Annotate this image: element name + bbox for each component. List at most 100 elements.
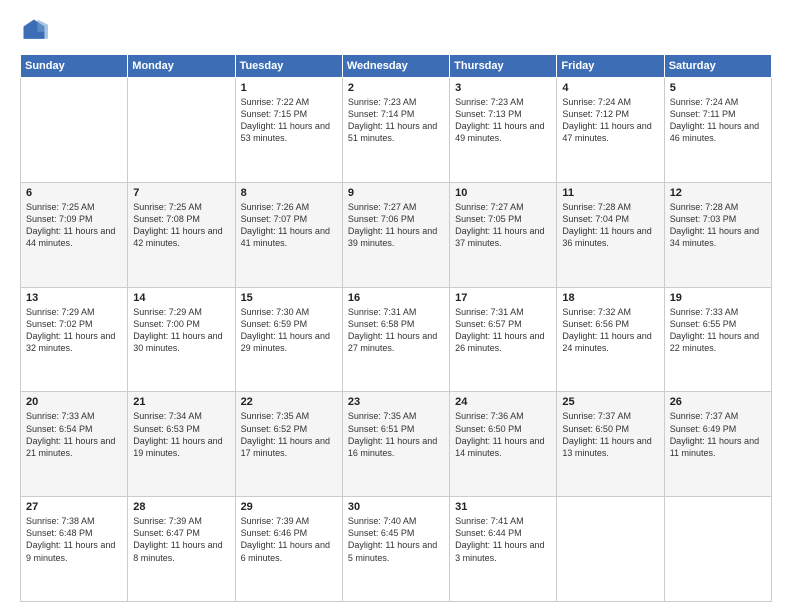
day-number: 18 bbox=[562, 292, 658, 304]
calendar-cell: 3Sunrise: 7:23 AMSunset: 7:13 PMDaylight… bbox=[450, 78, 557, 183]
calendar-cell bbox=[128, 78, 235, 183]
day-number: 4 bbox=[562, 82, 658, 94]
calendar-cell: 14 Sunrise: 7:29 AMSunset: 7:00 PMDayligh… bbox=[128, 287, 235, 392]
week-row-4: 27 Sunrise: 7:38 AMSunset: 6:48 PMDayligh… bbox=[21, 497, 772, 602]
day-info: Sunrise: 7:23 AMSunset: 7:13 PMDaylight:… bbox=[455, 96, 551, 145]
calendar-cell: 7Sunrise: 7:25 AMSunset: 7:08 PMDaylight… bbox=[128, 182, 235, 287]
day-number: 22 bbox=[241, 396, 337, 408]
day-info: Sunrise: 7:32 AMSunset: 6:56 PMDaylight:… bbox=[562, 306, 658, 355]
day-info: Sunrise: 7:22 AMSunset: 7:15 PMDaylight:… bbox=[241, 96, 337, 145]
day-info: Sunrise: 7:27 AMSunset: 7:06 PMDaylight:… bbox=[348, 201, 444, 250]
calendar-cell: 27 Sunrise: 7:38 AMSunset: 6:48 PMDayligh… bbox=[21, 497, 128, 602]
header bbox=[20, 16, 772, 44]
calendar-cell: 11 Sunrise: 7:28 AMSunset: 7:04 PMDayligh… bbox=[557, 182, 664, 287]
calendar-cell: 10 Sunrise: 7:27 AMSunset: 7:05 PMDayligh… bbox=[450, 182, 557, 287]
day-number: 23 bbox=[348, 396, 444, 408]
day-header-tuesday: Tuesday bbox=[235, 55, 342, 78]
calendar-cell: 16 Sunrise: 7:31 AMSunset: 6:58 PMDayligh… bbox=[342, 287, 449, 392]
day-number: 25 bbox=[562, 396, 658, 408]
day-info: Sunrise: 7:34 AMSunset: 6:53 PMDaylight:… bbox=[133, 410, 229, 459]
day-info: Sunrise: 7:24 AMSunset: 7:12 PMDaylight:… bbox=[562, 96, 658, 145]
week-row-1: 6Sunrise: 7:25 AMSunset: 7:09 PMDaylight… bbox=[21, 182, 772, 287]
day-number: 5 bbox=[670, 82, 766, 94]
day-info: Sunrise: 7:40 AMSunset: 6:45 PMDaylight:… bbox=[348, 515, 444, 564]
day-number: 30 bbox=[348, 501, 444, 513]
calendar-cell: 18 Sunrise: 7:32 AMSunset: 6:56 PMDayligh… bbox=[557, 287, 664, 392]
day-header-sunday: Sunday bbox=[21, 55, 128, 78]
day-number: 29 bbox=[241, 501, 337, 513]
calendar-cell: 5 Sunrise: 7:24 AMSunset: 7:11 PMDaylight… bbox=[664, 78, 771, 183]
day-info: Sunrise: 7:39 AMSunset: 6:46 PMDaylight:… bbox=[241, 515, 337, 564]
week-row-3: 20 Sunrise: 7:33 AMSunset: 6:54 PMDayligh… bbox=[21, 392, 772, 497]
logo bbox=[20, 16, 52, 44]
calendar-cell: 20 Sunrise: 7:33 AMSunset: 6:54 PMDayligh… bbox=[21, 392, 128, 497]
calendar-cell: 4 Sunrise: 7:24 AMSunset: 7:12 PMDaylight… bbox=[557, 78, 664, 183]
day-number: 26 bbox=[670, 396, 766, 408]
day-number: 1 bbox=[241, 82, 337, 94]
day-header-thursday: Thursday bbox=[450, 55, 557, 78]
calendar-cell: 26 Sunrise: 7:37 AMSunset: 6:49 PMDayligh… bbox=[664, 392, 771, 497]
day-info: Sunrise: 7:38 AMSunset: 6:48 PMDaylight:… bbox=[26, 515, 122, 564]
day-number: 8 bbox=[241, 187, 337, 199]
day-header-friday: Friday bbox=[557, 55, 664, 78]
day-info: Sunrise: 7:35 AMSunset: 6:51 PMDaylight:… bbox=[348, 410, 444, 459]
page: SundayMondayTuesdayWednesdayThursdayFrid… bbox=[0, 0, 792, 612]
day-info: Sunrise: 7:31 AMSunset: 6:58 PMDaylight:… bbox=[348, 306, 444, 355]
day-number: 24 bbox=[455, 396, 551, 408]
day-header-saturday: Saturday bbox=[664, 55, 771, 78]
calendar-cell bbox=[557, 497, 664, 602]
day-number: 15 bbox=[241, 292, 337, 304]
day-info: Sunrise: 7:31 AMSunset: 6:57 PMDaylight:… bbox=[455, 306, 551, 355]
calendar-cell: 29 Sunrise: 7:39 AMSunset: 6:46 PMDayligh… bbox=[235, 497, 342, 602]
calendar: SundayMondayTuesdayWednesdayThursdayFrid… bbox=[20, 54, 772, 602]
calendar-cell bbox=[21, 78, 128, 183]
day-info: Sunrise: 7:28 AMSunset: 7:03 PMDaylight:… bbox=[670, 201, 766, 250]
calendar-cell: 2 Sunrise: 7:23 AMSunset: 7:14 PMDaylight… bbox=[342, 78, 449, 183]
day-info: Sunrise: 7:27 AMSunset: 7:05 PMDaylight:… bbox=[455, 201, 551, 250]
day-info: Sunrise: 7:35 AMSunset: 6:52 PMDaylight:… bbox=[241, 410, 337, 459]
day-info: Sunrise: 7:39 AMSunset: 6:47 PMDaylight:… bbox=[133, 515, 229, 564]
day-info: Sunrise: 7:37 AMSunset: 6:49 PMDaylight:… bbox=[670, 410, 766, 459]
day-number: 31 bbox=[455, 501, 551, 513]
calendar-cell: 6Sunrise: 7:25 AMSunset: 7:09 PMDaylight… bbox=[21, 182, 128, 287]
calendar-cell: 25Sunrise: 7:37 AMSunset: 6:50 PMDayligh… bbox=[557, 392, 664, 497]
day-info: Sunrise: 7:33 AMSunset: 6:55 PMDaylight:… bbox=[670, 306, 766, 355]
calendar-cell: 15 Sunrise: 7:30 AMSunset: 6:59 PMDayligh… bbox=[235, 287, 342, 392]
day-number: 13 bbox=[26, 292, 122, 304]
day-number: 2 bbox=[348, 82, 444, 94]
day-number: 6 bbox=[26, 187, 122, 199]
day-info: Sunrise: 7:29 AMSunset: 7:00 PMDaylight:… bbox=[133, 306, 229, 355]
day-number: 16 bbox=[348, 292, 444, 304]
calendar-header-row: SundayMondayTuesdayWednesdayThursdayFrid… bbox=[21, 55, 772, 78]
day-header-wednesday: Wednesday bbox=[342, 55, 449, 78]
day-number: 10 bbox=[455, 187, 551, 199]
day-number: 28 bbox=[133, 501, 229, 513]
day-info: Sunrise: 7:33 AMSunset: 6:54 PMDaylight:… bbox=[26, 410, 122, 459]
day-number: 19 bbox=[670, 292, 766, 304]
day-number: 20 bbox=[26, 396, 122, 408]
calendar-cell: 1 Sunrise: 7:22 AMSunset: 7:15 PMDaylight… bbox=[235, 78, 342, 183]
day-info: Sunrise: 7:24 AMSunset: 7:11 PMDaylight:… bbox=[670, 96, 766, 145]
calendar-cell: 22 Sunrise: 7:35 AMSunset: 6:52 PMDayligh… bbox=[235, 392, 342, 497]
calendar-cell: 23 Sunrise: 7:35 AMSunset: 6:51 PMDayligh… bbox=[342, 392, 449, 497]
calendar-cell: 19 Sunrise: 7:33 AMSunset: 6:55 PMDayligh… bbox=[664, 287, 771, 392]
day-number: 14 bbox=[133, 292, 229, 304]
calendar-cell: 30 Sunrise: 7:40 AMSunset: 6:45 PMDayligh… bbox=[342, 497, 449, 602]
day-number: 11 bbox=[562, 187, 658, 199]
calendar-cell: 9Sunrise: 7:27 AMSunset: 7:06 PMDaylight… bbox=[342, 182, 449, 287]
day-info: Sunrise: 7:23 AMSunset: 7:14 PMDaylight:… bbox=[348, 96, 444, 145]
day-info: Sunrise: 7:28 AMSunset: 7:04 PMDaylight:… bbox=[562, 201, 658, 250]
day-info: Sunrise: 7:36 AMSunset: 6:50 PMDaylight:… bbox=[455, 410, 551, 459]
day-number: 17 bbox=[455, 292, 551, 304]
calendar-cell: 31 Sunrise: 7:41 AMSunset: 6:44 PMDayligh… bbox=[450, 497, 557, 602]
calendar-cell: 12 Sunrise: 7:28 AMSunset: 7:03 PMDayligh… bbox=[664, 182, 771, 287]
day-info: Sunrise: 7:30 AMSunset: 6:59 PMDaylight:… bbox=[241, 306, 337, 355]
day-number: 27 bbox=[26, 501, 122, 513]
day-number: 7 bbox=[133, 187, 229, 199]
day-header-monday: Monday bbox=[128, 55, 235, 78]
calendar-cell: 17 Sunrise: 7:31 AMSunset: 6:57 PMDayligh… bbox=[450, 287, 557, 392]
logo-icon bbox=[20, 16, 48, 44]
day-number: 12 bbox=[670, 187, 766, 199]
week-row-2: 13Sunrise: 7:29 AMSunset: 7:02 PMDayligh… bbox=[21, 287, 772, 392]
day-info: Sunrise: 7:41 AMSunset: 6:44 PMDaylight:… bbox=[455, 515, 551, 564]
